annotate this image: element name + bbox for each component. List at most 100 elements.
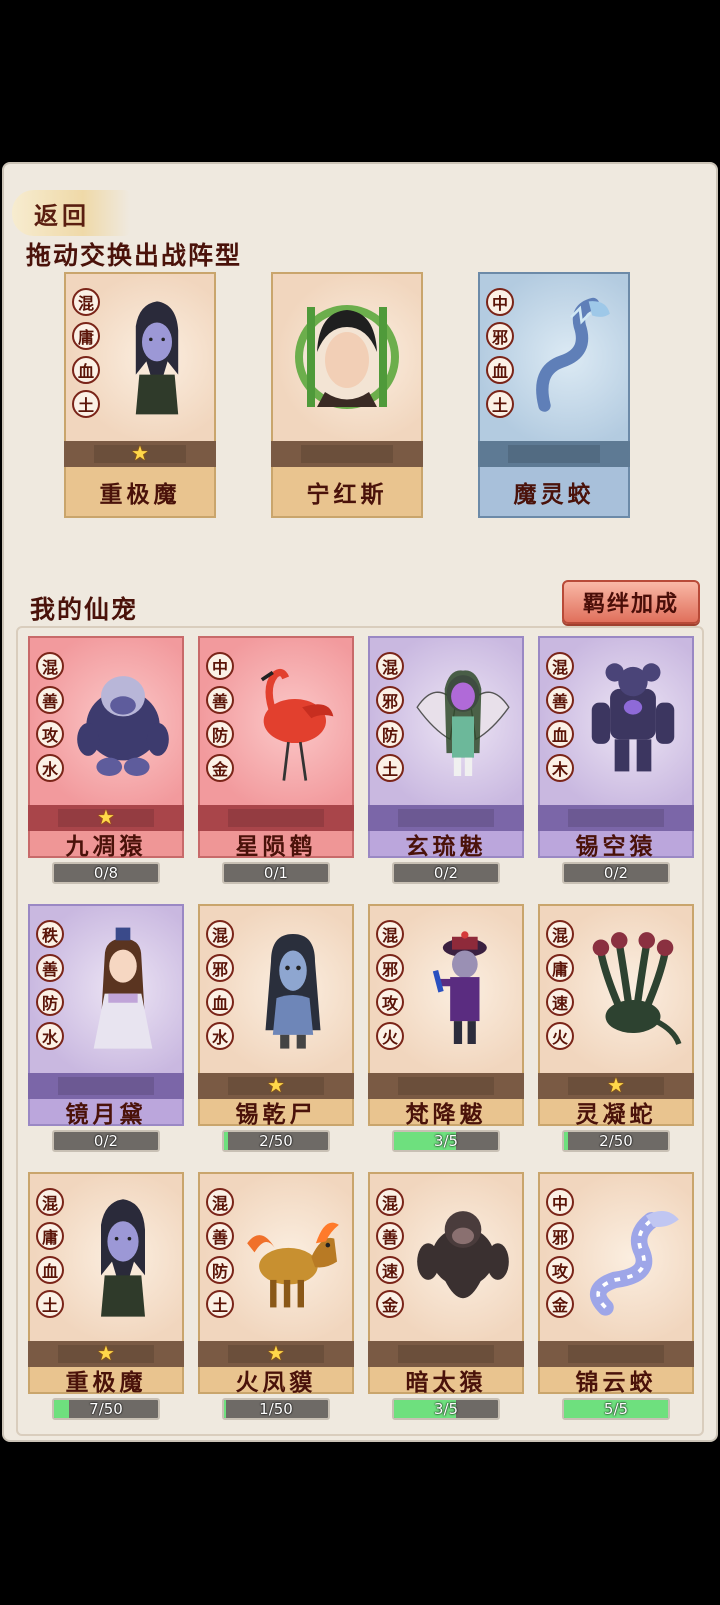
star-bar-inner: [508, 445, 600, 463]
trait-tag: 土: [36, 1290, 64, 1318]
pet-card[interactable]: 中邪攻金锦云蛟: [538, 1172, 694, 1396]
trait-tags: 混善防土: [206, 1188, 234, 1318]
trait-tag: 庸: [72, 322, 100, 350]
trait-tag: 金: [376, 1290, 404, 1318]
pet-card[interactable]: 秩善防水镜月黛: [28, 904, 184, 1128]
fire-beast-icon: [238, 1182, 348, 1332]
trait-tags: 混善血木: [546, 652, 574, 782]
golem-ape-icon: [578, 646, 688, 796]
trait-tag: 混: [376, 1188, 404, 1216]
ghost-icon: [238, 914, 348, 1064]
pet-name: 重极魔: [66, 467, 214, 516]
pet-card[interactable]: 混邪血水 ★ 锡乾尸: [198, 904, 354, 1128]
trait-tag: 邪: [376, 954, 404, 982]
pet-card[interactable]: 混善攻水 ★ 九凋猿: [28, 636, 184, 860]
pet-name: 魔灵蛟: [480, 467, 628, 516]
scholar-icon: [68, 914, 178, 1064]
trait-tag: 中: [206, 652, 234, 680]
pet-name: 火凤貘: [200, 1367, 352, 1396]
formation-slot-card[interactable]: 宁红斯: [271, 272, 423, 518]
hero-portrait-icon: [279, 282, 415, 432]
trait-tag: 血: [36, 1256, 64, 1284]
trait-tag: 血: [72, 356, 100, 384]
formation-slot-card[interactable]: 混庸血土 ★ 重极魔: [64, 272, 216, 518]
star-bar-inner: [301, 445, 393, 463]
progress-text: 0/2: [433, 864, 459, 882]
star-icon: ★: [97, 805, 115, 829]
pet-card[interactable]: 中善防金星陨鹤: [198, 636, 354, 860]
demon-icon: [104, 282, 210, 432]
trait-tags: 混庸速火: [546, 920, 574, 1050]
shard-progress-bar: 0/1: [222, 862, 330, 884]
shard-progress-bar: 0/2: [562, 862, 670, 884]
trait-tag: 水: [36, 1022, 64, 1050]
star-bar-inner: [58, 1077, 154, 1095]
star-bar: [271, 441, 423, 467]
trait-tag: 中: [546, 1188, 574, 1216]
pet-name: 锡乾尸: [200, 1099, 352, 1128]
trait-tag: 防: [206, 720, 234, 748]
trait-tag: 混: [36, 1188, 64, 1216]
trait-tags: 中邪血土: [486, 288, 514, 418]
star-icon: ★: [131, 441, 149, 465]
trait-tag: 善: [546, 686, 574, 714]
formation-slot-card[interactable]: 中邪血土魔灵蛟: [478, 272, 630, 518]
progress-text: 3/5: [433, 1132, 459, 1150]
pet-card[interactable]: 混邪攻火梵降魃: [368, 904, 524, 1128]
pet-name: 九凋猿: [30, 831, 182, 860]
star-bar-inner: [568, 1345, 664, 1363]
pet-card[interactable]: 混邪防土玄琉魅: [368, 636, 524, 860]
pet-card[interactable]: 混善血木锡空猿: [538, 636, 694, 860]
progress-text: 2/50: [599, 1132, 633, 1150]
star-bar-inner: [398, 1077, 494, 1095]
trait-tag: 善: [206, 686, 234, 714]
shard-progress-bar: 0/2: [52, 1130, 160, 1152]
star-bar: ★: [64, 441, 216, 467]
trait-tag: 混: [376, 920, 404, 948]
progress-text: 0/1: [263, 864, 289, 882]
star-bar-inner: [568, 809, 664, 827]
trait-tag: 善: [36, 954, 64, 982]
star-icon: ★: [607, 1073, 625, 1097]
shard-progress-bar: 0/2: [392, 862, 500, 884]
shard-progress-bar: 3/5: [392, 1130, 500, 1152]
pet-name: 镜月黛: [30, 1099, 182, 1128]
trait-tag: 木: [546, 754, 574, 782]
back-button[interactable]: 返回: [12, 190, 130, 236]
pet-card[interactable]: 混庸速火 ★ 灵凝蛇: [538, 904, 694, 1128]
trait-tag: 混: [72, 288, 100, 316]
trait-tag: 攻: [546, 1256, 574, 1284]
pet-card[interactable]: 混庸血土 ★ 重极魔: [28, 1172, 184, 1396]
pet-name: 暗太猿: [370, 1367, 522, 1396]
pet-card[interactable]: 混善防土 ★ 火凤貘: [198, 1172, 354, 1396]
trait-tag: 水: [36, 754, 64, 782]
progress-text: 7/50: [89, 1400, 123, 1418]
trait-tag: 善: [206, 1222, 234, 1250]
trait-tags: 混庸血土: [36, 1188, 64, 1318]
pet-name: 锦云蛟: [540, 1367, 692, 1396]
trait-tag: 庸: [36, 1222, 64, 1250]
star-bar: [478, 441, 630, 467]
trait-tags: 混善攻水: [36, 652, 64, 782]
trait-tag: 土: [486, 390, 514, 418]
winged-demon-icon: [408, 646, 518, 796]
pet-name: 星陨鹤: [200, 831, 352, 860]
trait-tags: 秩善防水: [36, 920, 64, 1050]
dark-ape-icon: [408, 1182, 518, 1332]
formation-title: 拖动交换出战阵型: [26, 241, 243, 270]
trait-tag: 速: [546, 988, 574, 1016]
bond-bonus-button[interactable]: 羁绊加成: [562, 580, 700, 624]
shard-progress-bar: 1/50: [222, 1398, 330, 1420]
trait-tag: 善: [36, 686, 64, 714]
trait-tag: 混: [36, 652, 64, 680]
trait-tag: 金: [206, 754, 234, 782]
pet-name: 玄琉魅: [370, 831, 522, 860]
trait-tag: 邪: [206, 954, 234, 982]
trait-tag: 防: [36, 988, 64, 1016]
pet-card[interactable]: 混善速金暗太猿: [368, 1172, 524, 1396]
trait-tag: 攻: [376, 988, 404, 1016]
trait-tag: 水: [206, 1022, 234, 1050]
trait-tag: 防: [206, 1256, 234, 1284]
progress-text: 3/5: [433, 1400, 459, 1418]
star-icon: ★: [267, 1073, 285, 1097]
